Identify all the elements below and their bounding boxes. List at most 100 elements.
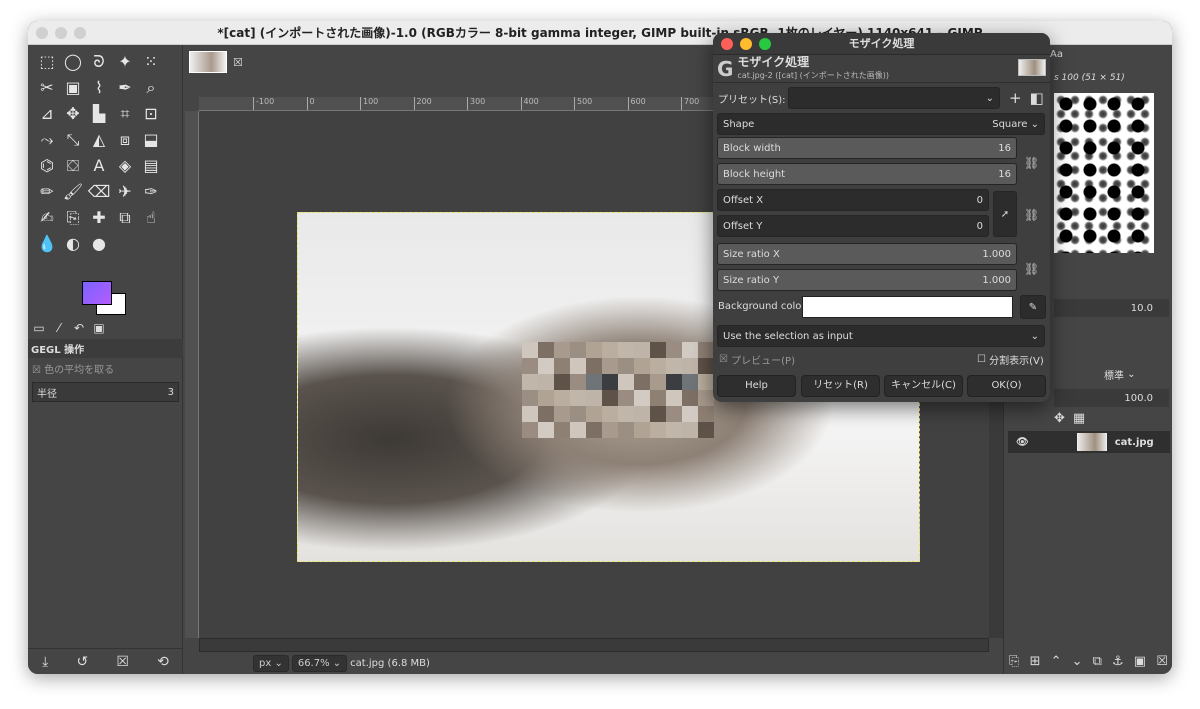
align-tool-icon[interactable]: ▙ bbox=[86, 101, 112, 127]
brush-grid[interactable] bbox=[1054, 93, 1154, 253]
by-color-select-tool-icon[interactable]: ⁙ bbox=[138, 49, 164, 75]
close-tab-icon[interactable]: ☒ bbox=[233, 56, 243, 69]
blur-tool-icon[interactable]: 💧 bbox=[34, 231, 60, 257]
offset-y-spinner[interactable]: Offset Y 0 bbox=[717, 215, 989, 237]
brush-tab-icon[interactable]: ⁄ bbox=[50, 321, 68, 339]
rect-select-tool-icon[interactable]: ⬚ bbox=[34, 49, 60, 75]
dialog-window-controls[interactable] bbox=[721, 38, 771, 50]
save-options-icon[interactable]: ⤓ bbox=[42, 654, 48, 670]
reset-button[interactable]: リセット(R) bbox=[801, 375, 880, 397]
warp-transform-tool-icon[interactable]: ⤳ bbox=[34, 127, 60, 153]
move-lock-icon[interactable]: ✥ bbox=[1054, 411, 1065, 426]
move-tool-icon[interactable]: ✥ bbox=[60, 101, 86, 127]
fill-tool-icon[interactable]: ◈ bbox=[112, 153, 138, 179]
raise-icon[interactable]: ⌃ bbox=[1051, 654, 1062, 669]
add-preset-icon[interactable]: + bbox=[1009, 89, 1022, 107]
cancel-button[interactable]: キャンセル(C) bbox=[884, 375, 963, 397]
layer-row[interactable]: 👁 cat.jpg bbox=[1008, 431, 1170, 453]
spacing-spinner[interactable]: 10.0 bbox=[1054, 299, 1169, 317]
offset-chain-icon[interactable]: ⛓ bbox=[1024, 195, 1039, 235]
preset-menu-icon[interactable]: ◧ bbox=[1030, 89, 1044, 107]
split-view-checkbox[interactable]: ☐ 分割表示(V) bbox=[977, 352, 1044, 367]
offset-x-spinner[interactable]: Offset X 0 bbox=[717, 189, 989, 211]
eraser-tool-icon[interactable]: ⌫ bbox=[86, 179, 112, 205]
pick-offset-button[interactable]: ➚ bbox=[993, 191, 1017, 237]
ok-button[interactable]: OK(O) bbox=[967, 375, 1046, 397]
dodge-tool-icon[interactable]: ◐ bbox=[60, 231, 86, 257]
color-picker-button[interactable]: ✎ bbox=[1020, 295, 1046, 319]
ink-tool-icon[interactable]: ✑ bbox=[138, 179, 164, 205]
duplicate-icon[interactable]: ⧉ bbox=[1093, 654, 1102, 669]
zoom-select[interactable]: 66.7% ⌄ bbox=[291, 654, 348, 672]
anchor-icon[interactable]: ⚓ bbox=[1112, 654, 1124, 669]
measure-tool-icon[interactable]: ⊿ bbox=[34, 101, 60, 127]
undo-tab-icon[interactable]: ↶ bbox=[70, 321, 88, 339]
unit-select[interactable]: px ⌄ bbox=[253, 654, 289, 672]
free-select-tool-icon[interactable]: ᘐ bbox=[86, 49, 112, 75]
ratio-chain-icon[interactable]: ⛓ bbox=[1024, 249, 1039, 289]
shape-select[interactable]: Shape Square ⌄ bbox=[717, 113, 1045, 135]
visibility-eye-icon[interactable]: 👁 bbox=[1016, 437, 1029, 448]
radius-spinner[interactable]: 半径 3 bbox=[32, 382, 179, 402]
perspective-clone-tool-icon[interactable]: ⧉ bbox=[112, 205, 138, 231]
delete-icon[interactable]: ☒ bbox=[116, 654, 129, 670]
mask-icon[interactable]: ▣ bbox=[1134, 654, 1146, 669]
fg-bg-colors[interactable] bbox=[82, 281, 128, 317]
chain-link-icon[interactable]: ⛓ bbox=[1024, 143, 1039, 183]
preset-select[interactable]: ⌄ bbox=[788, 87, 1000, 109]
mypaint-tool-icon[interactable]: ✍ bbox=[34, 205, 60, 231]
image-tab[interactable]: ☒ bbox=[187, 49, 247, 75]
mode-value: 標準 bbox=[1104, 371, 1124, 382]
opacity-spinner[interactable]: 100.0 bbox=[1054, 389, 1169, 407]
preview-checkbox[interactable]: ☒ プレビュー(P) bbox=[719, 352, 795, 367]
text-tool-icon[interactable]: A bbox=[86, 153, 112, 179]
add-layer-icon[interactable]: ⊞ bbox=[1030, 654, 1041, 669]
burn-tool-icon[interactable]: ● bbox=[86, 231, 112, 257]
ratio-y-spinner[interactable]: Size ratio Y 1.000 bbox=[717, 269, 1017, 291]
paintbrush-tool-icon[interactable]: 🖌 bbox=[60, 179, 86, 205]
window-controls[interactable] bbox=[36, 27, 86, 39]
heal-tool-icon[interactable]: ✚ bbox=[86, 205, 112, 231]
alpha-lock-icon[interactable]: ▦ bbox=[1073, 411, 1085, 426]
lower-icon[interactable]: ⌄ bbox=[1072, 654, 1083, 669]
mode-select[interactable]: 標準 ⌄ bbox=[1104, 367, 1136, 382]
offset-x-label: Offset X bbox=[723, 194, 764, 206]
clone-tool-icon[interactable]: ⎘ bbox=[60, 205, 86, 231]
mosaic-block bbox=[538, 342, 554, 358]
font-tab-icon[interactable]: Aa bbox=[1050, 49, 1063, 60]
zoom-tool-icon[interactable]: ⌕ bbox=[138, 75, 164, 101]
horizontal-scrollbar[interactable] bbox=[199, 638, 989, 652]
block-width-spinner[interactable]: Block width 16 bbox=[717, 137, 1017, 159]
bg-color-button[interactable] bbox=[802, 296, 1013, 318]
airbrush-tool-icon[interactable]: ✈ bbox=[112, 179, 138, 205]
crop-tool-icon[interactable]: ⌗ bbox=[112, 101, 138, 127]
unified-transform-tool-icon[interactable]: ⊡ bbox=[138, 101, 164, 127]
color-picker-tool-icon[interactable]: ✒ bbox=[112, 75, 138, 101]
cage-tool-icon[interactable]: ⌬ bbox=[34, 153, 60, 179]
foreground-select-tool-icon[interactable]: ▣ bbox=[60, 75, 86, 101]
ratio-x-spinner[interactable]: Size ratio X 1.000 bbox=[717, 243, 1017, 265]
block-height-spinner[interactable]: Block height 16 bbox=[717, 163, 1017, 185]
fuzzy-select-tool-icon[interactable]: ✦ bbox=[112, 49, 138, 75]
input-value: Use the selection as input bbox=[723, 330, 853, 342]
bucket-fill-tool-icon[interactable]: ⛋ bbox=[60, 153, 86, 179]
paths-tool-icon[interactable]: ⌇ bbox=[86, 75, 112, 101]
delete-layer-icon[interactable]: ☒ bbox=[1156, 654, 1168, 669]
ellipse-select-tool-icon[interactable]: ◯ bbox=[60, 49, 86, 75]
restore-icon[interactable]: ↺ bbox=[76, 654, 88, 670]
tool-options-tab-icon[interactable]: ▭ bbox=[30, 321, 48, 339]
perspective-tool-icon[interactable]: ◭ bbox=[86, 127, 112, 153]
reset-icon[interactable]: ⟲ bbox=[157, 654, 169, 670]
blend-tool-icon[interactable]: ▤ bbox=[138, 153, 164, 179]
average-checkbox[interactable]: ☒ 色の平均を取る bbox=[28, 358, 183, 379]
pencil-tool-icon[interactable]: ✏ bbox=[34, 179, 60, 205]
images-tab-icon[interactable]: ▣ bbox=[90, 321, 108, 339]
scissors-tool-icon[interactable]: ✂ bbox=[34, 75, 60, 101]
help-button[interactable]: Help bbox=[717, 375, 796, 397]
handle-transform-tool-icon[interactable]: ⤡ bbox=[60, 127, 86, 153]
flip-tool-icon[interactable]: ⬓ bbox=[138, 127, 164, 153]
input-select[interactable]: Use the selection as input ⌄ bbox=[717, 325, 1045, 347]
new-layer-icon[interactable]: ⎘ bbox=[1009, 654, 1019, 669]
3d-transform-tool-icon[interactable]: ⧈ bbox=[112, 127, 138, 153]
smudge-tool-icon[interactable]: ☝ bbox=[138, 205, 164, 231]
